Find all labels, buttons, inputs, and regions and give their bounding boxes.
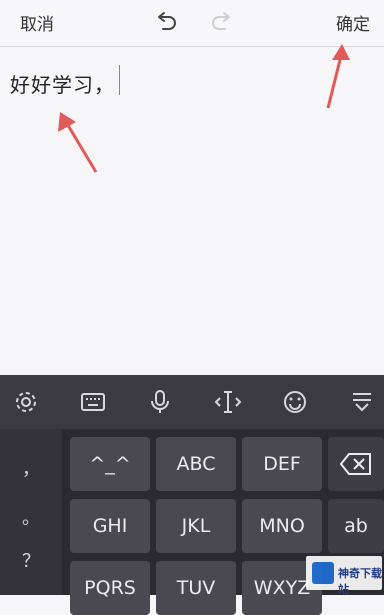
microphone-icon[interactable] xyxy=(146,388,174,416)
watermark-text: 神奇下载站 xyxy=(338,567,382,596)
text-caret xyxy=(119,65,120,95)
key-mno[interactable]: MNO xyxy=(242,499,322,553)
key-ab[interactable]: ab xyxy=(328,499,384,553)
symbol-column: ， 。 ？ xyxy=(0,429,62,595)
backspace-icon xyxy=(339,453,371,475)
backspace-key[interactable] xyxy=(328,437,384,491)
keyboard-toolbar xyxy=(0,375,384,429)
key-jkl[interactable]: JKL xyxy=(156,499,236,553)
key-emoticon[interactable]: ^_^ xyxy=(70,437,150,491)
keyboard-icon[interactable] xyxy=(79,388,107,416)
key-tuv[interactable]: TUV xyxy=(156,561,236,615)
editor-text: 好好学习， xyxy=(10,73,115,97)
symbol-comma[interactable]: ， xyxy=(0,455,62,481)
symbol-question[interactable]: ？ xyxy=(0,547,62,573)
site-watermark: 神奇下载站 xyxy=(306,556,382,596)
top-bar: 取消 确定 xyxy=(0,0,384,47)
cursor-icon[interactable] xyxy=(214,388,242,416)
text-editor[interactable]: 好好学习， xyxy=(0,47,384,375)
site-logo-icon xyxy=(312,562,334,584)
redo-icon[interactable] xyxy=(208,8,236,36)
key-def[interactable]: DEF xyxy=(242,437,322,491)
key-ghi[interactable]: GHI xyxy=(70,499,150,553)
cancel-button[interactable]: 取消 xyxy=(20,10,54,35)
collapse-icon[interactable] xyxy=(348,388,376,416)
key-pqrs[interactable]: PQRS xyxy=(70,561,150,615)
symbol-period[interactable]: 。 xyxy=(0,504,62,530)
confirm-button[interactable]: 确定 xyxy=(336,10,370,35)
undo-icon[interactable] xyxy=(152,8,180,36)
emoji-icon[interactable] xyxy=(281,388,309,416)
key-abc[interactable]: ABC xyxy=(156,437,236,491)
gear-icon[interactable] xyxy=(12,388,40,416)
